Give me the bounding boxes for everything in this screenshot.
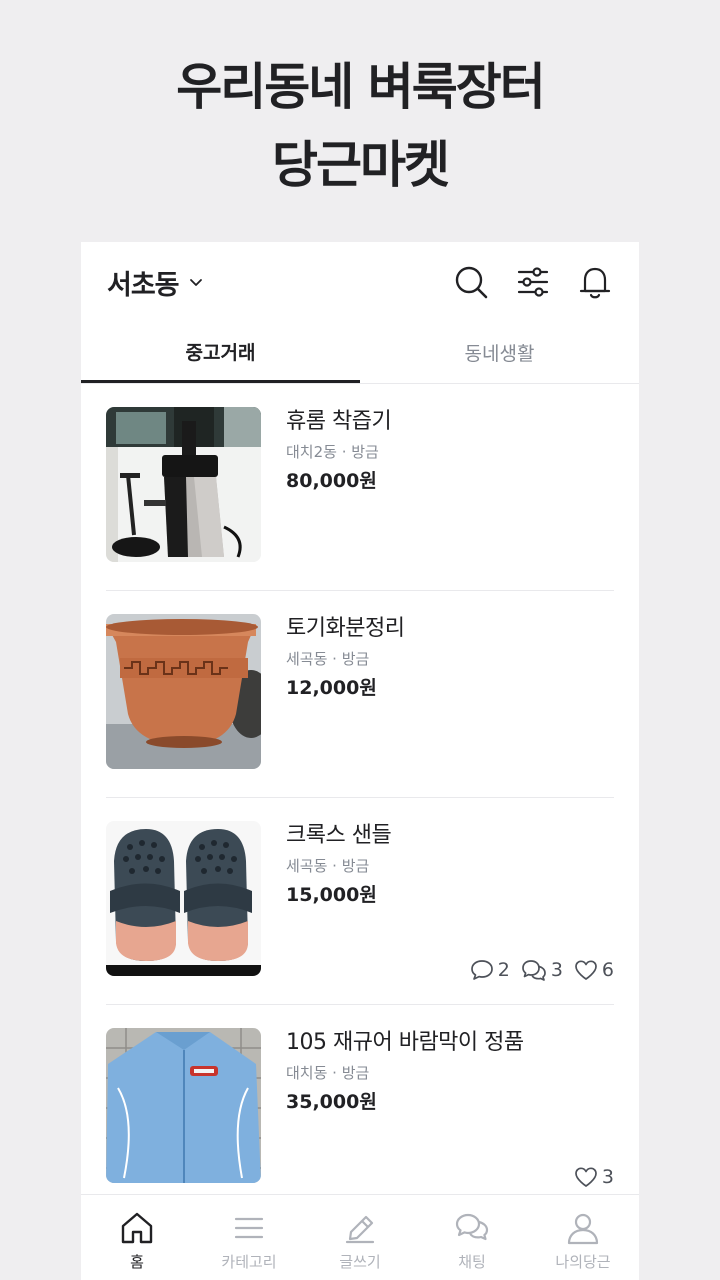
item-info: 휴롬 착즙기 대치2동 · 방금 80,000원 bbox=[286, 406, 614, 496]
item-price: 35,000원 bbox=[286, 1091, 377, 1113]
promo-heading: 우리동네 벼룩장터 당근마켓 bbox=[0, 48, 720, 204]
nav-label: 글쓰기 bbox=[339, 1253, 381, 1271]
like-count-value: 6 bbox=[601, 959, 614, 981]
chat-icon bbox=[455, 1213, 489, 1241]
comment-count-value: 2 bbox=[497, 959, 510, 981]
chat-icon bbox=[521, 960, 546, 981]
item-info: 크록스 샌들 세곡동 · 방금 15,000원 bbox=[286, 820, 614, 910]
chat-count: 3 bbox=[520, 958, 563, 982]
nav-label: 홈 bbox=[130, 1253, 144, 1271]
user-icon bbox=[567, 1213, 599, 1245]
comment-count: 2 bbox=[469, 958, 510, 982]
comment-icon bbox=[470, 960, 493, 980]
item-stats: 3 bbox=[573, 1165, 614, 1189]
tab-bar: 중고거래 동네생활 bbox=[81, 322, 639, 384]
item-title: 105 재규어 바람막이 정품 bbox=[286, 1030, 524, 1055]
item-info: 토기화분정리 세곡동 · 방금 12,000원 bbox=[286, 613, 614, 703]
item-stats: 2 3 6 bbox=[469, 958, 614, 982]
heart-icon bbox=[575, 1167, 597, 1187]
item-info: 105 재규어 바람막이 정품 대치동 · 방금 35,000원 bbox=[286, 1027, 614, 1117]
bell-icon[interactable] bbox=[575, 262, 615, 302]
nav-write[interactable]: 글쓰기 bbox=[304, 1195, 416, 1280]
like-count-value: 3 bbox=[601, 1166, 614, 1188]
chat-count-value: 3 bbox=[550, 959, 563, 981]
item-title: 휴롬 착즙기 bbox=[286, 409, 392, 434]
nav-category[interactable]: 카테고리 bbox=[193, 1195, 305, 1280]
heart-icon bbox=[575, 960, 597, 980]
item-meta: 대치2동 · 방금 bbox=[286, 443, 379, 461]
product-list: 휴롬 착즙기 대치2동 · 방금 80,000원 토기화분정리 세곡동 · 방금… bbox=[81, 384, 639, 1212]
nav-label: 채팅 bbox=[458, 1253, 486, 1271]
product-thumbnail-flowerpot bbox=[106, 614, 261, 769]
product-thumbnail-jacket bbox=[106, 1028, 261, 1183]
item-price: 80,000원 bbox=[286, 470, 377, 492]
location-selector[interactable]: 서초동 bbox=[107, 264, 205, 301]
list-item[interactable]: 토기화분정리 세곡동 · 방금 12,000원 bbox=[106, 591, 614, 798]
item-price: 15,000원 bbox=[286, 884, 377, 906]
nav-label: 나의당근 bbox=[555, 1253, 611, 1271]
item-meta: 세곡동 · 방금 bbox=[286, 857, 370, 875]
menu-icon bbox=[234, 1217, 264, 1239]
nav-chat[interactable]: 채팅 bbox=[416, 1195, 528, 1280]
filter-icon[interactable] bbox=[513, 262, 553, 302]
pencil-icon bbox=[345, 1215, 375, 1244]
tab-neighborhood-life[interactable]: 동네생활 bbox=[360, 322, 639, 383]
item-title: 토기화분정리 bbox=[286, 616, 405, 641]
list-item[interactable]: 크록스 샌들 세곡동 · 방금 15,000원 2 3 6 bbox=[106, 798, 614, 1005]
nav-home[interactable]: 홈 bbox=[81, 1195, 193, 1280]
item-meta: 대치동 · 방금 bbox=[286, 1064, 370, 1082]
promo-line-2: 당근마켓 bbox=[272, 136, 450, 194]
bottom-navigation: 홈 카테고리 글쓰기 채팅 나의당근 bbox=[81, 1194, 639, 1280]
like-count: 6 bbox=[573, 958, 614, 982]
item-title: 크록스 샌들 bbox=[286, 823, 392, 848]
search-icon[interactable] bbox=[451, 262, 491, 302]
item-price: 12,000원 bbox=[286, 677, 377, 699]
nav-label: 카테고리 bbox=[221, 1253, 277, 1271]
like-count: 3 bbox=[573, 1165, 614, 1189]
item-meta: 세곡동 · 방금 bbox=[286, 650, 370, 668]
list-item[interactable]: 105 재규어 바람막이 정품 대치동 · 방금 35,000원 3 bbox=[106, 1005, 614, 1212]
product-thumbnail-juicer bbox=[106, 407, 261, 562]
tab-used-trade[interactable]: 중고거래 bbox=[81, 322, 360, 383]
app-header: 서초동 bbox=[81, 242, 639, 322]
home-icon bbox=[121, 1212, 153, 1244]
app-screen: 서초동 중고거래 동네생활 휴롬 착즙기 대치2동 · 방금 80,000원 토… bbox=[81, 242, 639, 1280]
tab-label: 중고거래 bbox=[185, 341, 256, 364]
location-label: 서초동 bbox=[107, 269, 180, 301]
promo-line-1: 우리동네 벼룩장터 bbox=[176, 58, 545, 116]
list-item[interactable]: 휴롬 착즙기 대치2동 · 방금 80,000원 bbox=[106, 384, 614, 591]
nav-my-profile[interactable]: 나의당근 bbox=[527, 1195, 639, 1280]
tab-label: 동네생활 bbox=[464, 343, 535, 365]
product-thumbnail-crocs bbox=[106, 821, 261, 976]
chevron-down-icon bbox=[189, 279, 202, 286]
